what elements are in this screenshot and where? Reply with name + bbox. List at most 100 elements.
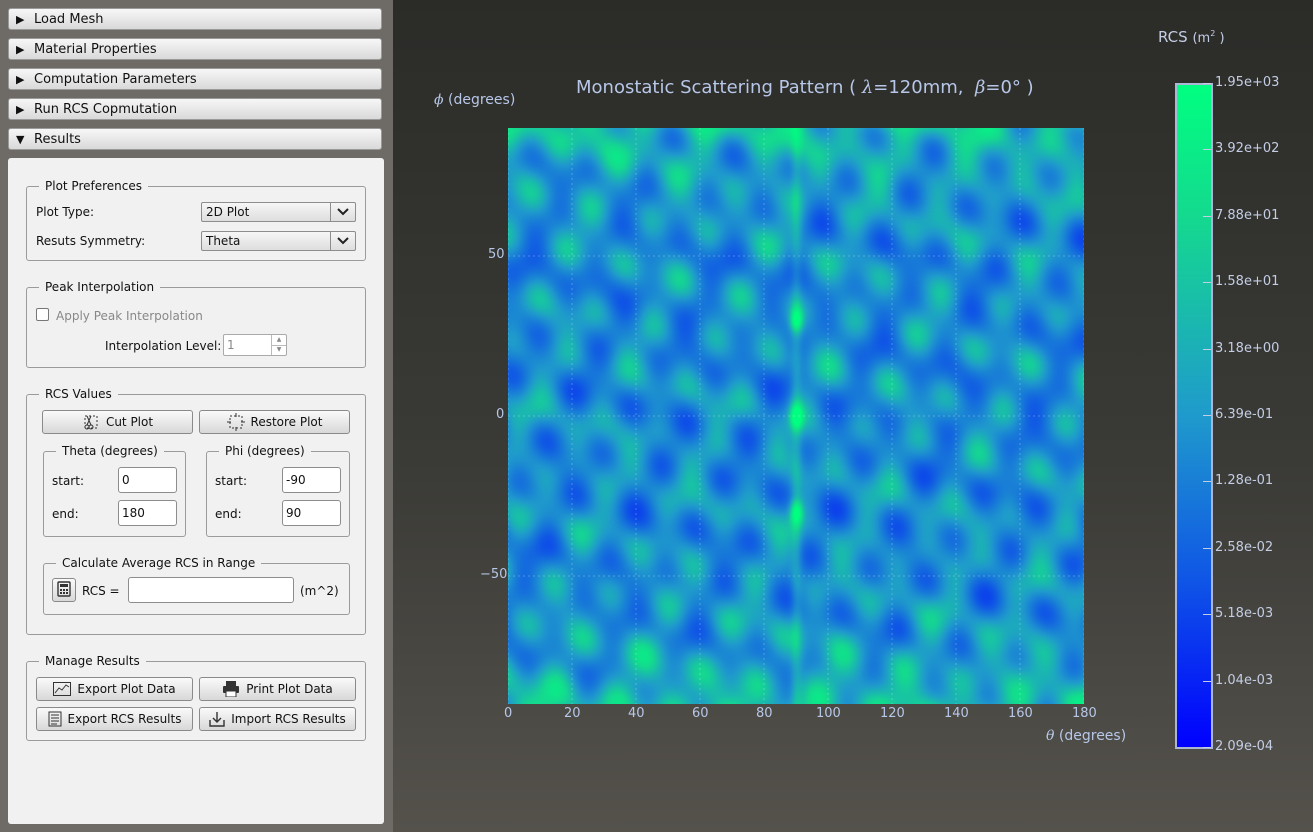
group-title: Theta (degrees) bbox=[56, 444, 164, 458]
accordion-run-rcs-computation[interactable]: ▶ Run RCS Copmutation bbox=[8, 98, 382, 120]
colorbar-tick-mark bbox=[1203, 149, 1211, 151]
accordion-label: Results bbox=[34, 131, 81, 147]
import-rcs-results-button[interactable]: Import RCS Results bbox=[199, 707, 356, 731]
colorbar-tick-label: 2.09e-04 bbox=[1215, 739, 1274, 754]
phi-symbol: ϕ bbox=[434, 92, 444, 108]
collapse-arrow-icon: ▼ bbox=[16, 132, 25, 146]
y-tick-label: 50 bbox=[488, 247, 505, 262]
manage-results-group: Manage Results Export Plot Data Print Pl… bbox=[26, 654, 366, 741]
colorbar-title-text: RCS bbox=[1158, 28, 1188, 46]
scissors-icon bbox=[82, 413, 100, 431]
colorbar-tick-mark bbox=[1203, 83, 1211, 84]
export-rcs-results-button[interactable]: Export RCS Results bbox=[36, 707, 193, 731]
button-label: Export Plot Data bbox=[77, 682, 176, 696]
title-suffix: ) bbox=[1026, 77, 1034, 98]
print-plot-data-button[interactable]: Print Plot Data bbox=[199, 677, 356, 701]
colorbar-tick-mark bbox=[1203, 415, 1211, 416]
chevron-down-icon bbox=[330, 203, 355, 221]
x-tick-label: 140 bbox=[944, 706, 969, 721]
start-label: start: bbox=[52, 474, 84, 488]
peak-interpolation-group: Peak Interpolation Apply Peak Interpolat… bbox=[26, 280, 366, 368]
accordion-material-properties[interactable]: ▶ Material Properties bbox=[8, 38, 382, 60]
expand-arrow-icon: ▶ bbox=[16, 72, 25, 86]
peak-interpolation-checkbox[interactable] bbox=[36, 308, 49, 321]
x-tick-label: 0 bbox=[504, 706, 513, 721]
phi-range-group: Phi (degrees) start: -90 end: 90 bbox=[206, 444, 350, 537]
group-title: Plot Preferences bbox=[39, 179, 149, 193]
start-label: start: bbox=[215, 474, 247, 488]
accordion-label: Computation Parameters bbox=[34, 71, 197, 87]
symmetry-label: Resuts Symmetry: bbox=[36, 234, 146, 248]
rcs-unit-label: (m^2) bbox=[300, 584, 339, 598]
colorbar-tick-label: 1.95e+03 bbox=[1215, 75, 1280, 90]
colorbar-tick-mark bbox=[1203, 747, 1211, 748]
plot-grid bbox=[508, 128, 1084, 704]
calculate-button[interactable] bbox=[52, 578, 76, 602]
spin-down-icon[interactable]: ▼ bbox=[271, 345, 286, 355]
theta-end-input[interactable]: 180 bbox=[118, 500, 177, 526]
end-label: end: bbox=[52, 507, 79, 521]
cut-plot-button[interactable]: Cut Plot bbox=[42, 410, 193, 434]
plot-type-select[interactable]: 2D Plot bbox=[201, 202, 356, 222]
printer-icon bbox=[222, 681, 240, 697]
control-panel: ▶ Load Mesh ▶ Material Properties ▶ Comp… bbox=[0, 0, 393, 832]
import-icon bbox=[209, 711, 225, 727]
y-axis-label: ϕ (degrees) bbox=[434, 92, 515, 108]
symmetry-select[interactable]: Theta bbox=[201, 231, 356, 251]
plot-title: Monostatic Scattering Pattern ( λ=120mm,… bbox=[576, 77, 1034, 98]
document-icon bbox=[48, 711, 62, 727]
chevron-down-icon bbox=[330, 232, 355, 250]
theta-start-input[interactable]: 0 bbox=[118, 467, 177, 493]
x-tick-label: 120 bbox=[880, 706, 905, 721]
colorbar-tick-label: 6.39e-01 bbox=[1215, 407, 1274, 422]
expand-arrow-icon: ▶ bbox=[16, 42, 25, 56]
group-title: Manage Results bbox=[39, 654, 146, 668]
colorbar-tick-label: 7.88e+01 bbox=[1215, 207, 1280, 223]
x-tick-label: 20 bbox=[564, 706, 581, 721]
y-tick-label: 0 bbox=[496, 407, 505, 422]
phi-end-input[interactable]: 90 bbox=[282, 500, 341, 526]
colorbar-tick-label: 3.92e+02 bbox=[1215, 141, 1280, 157]
accordion-label: Load Mesh bbox=[34, 11, 104, 27]
interpolation-level-spinbox[interactable]: 1 ▲ ▼ bbox=[223, 334, 287, 356]
plot-type-label: Plot Type: bbox=[36, 205, 95, 219]
theta-range-group: Theta (degrees) start: 0 end: 180 bbox=[43, 444, 186, 537]
x-tick-label: 40 bbox=[628, 706, 645, 721]
colorbar-tick-mark bbox=[1203, 547, 1211, 549]
colorbar-tick-label: 3.18e+00 bbox=[1215, 340, 1280, 356]
export-plot-data-button[interactable]: Export Plot Data bbox=[36, 677, 193, 701]
button-label: Restore Plot bbox=[250, 415, 323, 429]
colorbar-tick-label: 2.58e-02 bbox=[1215, 539, 1274, 555]
group-title: Phi (degrees) bbox=[219, 444, 311, 458]
restore-icon bbox=[226, 413, 245, 431]
colorbar-tick-label: 1.58e+01 bbox=[1215, 274, 1280, 290]
accordion-computation-parameters[interactable]: ▶ Computation Parameters bbox=[8, 68, 382, 90]
colorbar-tick-label: 1.28e-01 bbox=[1215, 473, 1274, 489]
selected-value: Theta bbox=[206, 234, 241, 248]
rcs-values-group: RCS Values Cut Plot Restore Plot Theta (… bbox=[26, 387, 366, 635]
beta-value: =0° bbox=[985, 77, 1021, 98]
beta-symbol: β bbox=[974, 77, 986, 98]
expand-arrow-icon: ▶ bbox=[16, 102, 25, 116]
x-tick-label: 180 bbox=[1072, 706, 1097, 721]
title-prefix: Monostatic Scattering Pattern ( bbox=[576, 77, 857, 98]
accordion-load-mesh[interactable]: ▶ Load Mesh bbox=[8, 8, 382, 30]
group-title: Calculate Average RCS in Range bbox=[56, 556, 262, 570]
accordion-results[interactable]: ▼ Results bbox=[8, 128, 382, 150]
x-axis-label: θ (degrees) bbox=[1046, 728, 1126, 744]
colorbar-tick-label: 1.04e-03 bbox=[1215, 672, 1274, 688]
colorbar-tick-label: 5.18e-03 bbox=[1215, 606, 1274, 622]
chart-icon bbox=[53, 682, 72, 696]
x-tick-label: 160 bbox=[1008, 706, 1033, 721]
restore-plot-button[interactable]: Restore Plot bbox=[199, 410, 350, 434]
group-title: RCS Values bbox=[39, 387, 118, 401]
average-rcs-output[interactable] bbox=[128, 577, 294, 603]
colorbar-unit: (m bbox=[1192, 31, 1211, 46]
calculator-icon bbox=[57, 580, 71, 600]
x-axis-unit: (degrees) bbox=[1058, 728, 1127, 744]
phi-start-input[interactable]: -90 bbox=[282, 467, 341, 493]
colorbar-tick-mark bbox=[1203, 680, 1211, 682]
plot-preferences-group: Plot Preferences Plot Type: 2D Plot Resu… bbox=[26, 179, 366, 261]
lambda-value: =120mm, bbox=[873, 77, 964, 98]
x-tick-label: 80 bbox=[756, 706, 773, 721]
